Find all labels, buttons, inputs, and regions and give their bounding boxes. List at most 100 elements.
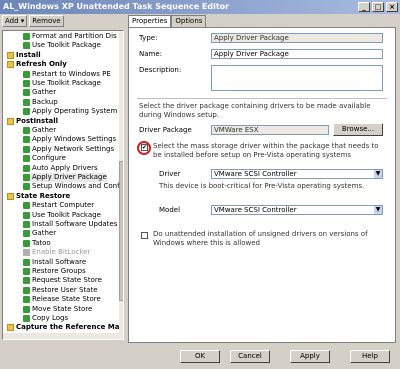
tree-vertical-scrollbar[interactable] — [119, 31, 123, 339]
add-button[interactable]: Add ▾ — [2, 15, 28, 27]
folder-icon — [7, 324, 14, 332]
check-step-icon — [23, 230, 30, 238]
check-step-icon — [23, 221, 30, 228]
tree-item[interactable]: Auto Apply Drivers — [23, 164, 98, 173]
tree-item[interactable]: Use Toolkit Package — [23, 211, 101, 220]
task-sequence-tree[interactable]: Format and Partition Dis Use Toolkit Pack… — [2, 30, 124, 340]
tree-item[interactable]: Use Toolkit Package — [23, 41, 101, 50]
tree-item-label: Request State Store — [32, 276, 102, 285]
driver-select[interactable]: VMware SCSI Controller ▼ — [211, 169, 383, 179]
tree-item-label: Configure — [32, 154, 66, 163]
unattended-checkbox[interactable] — [141, 232, 148, 239]
ok-button[interactable]: OK — [180, 350, 220, 363]
tree-item-label: PostInstall — [16, 116, 59, 125]
tree-item[interactable]: Restart Computer — [23, 201, 94, 210]
tree-item-label: Restart to Windows PE — [32, 69, 111, 78]
tree-item[interactable]: Install Software — [23, 258, 86, 267]
browse-button[interactable]: Browse... — [333, 123, 383, 136]
tree-item[interactable]: Gather — [23, 229, 56, 238]
boot-critical-text: This device is boot-critical for Pre-Vis… — [159, 182, 365, 190]
name-input[interactable]: Apply Driver Package — [211, 49, 383, 59]
help-button[interactable]: Help — [350, 350, 390, 363]
tree-item-label: Release State Store — [32, 295, 101, 304]
tree-item[interactable]: Restore User State — [23, 286, 98, 295]
tree-item-label: Refresh Only — [16, 60, 67, 69]
select-driver-text: Select the driver package containing dri… — [139, 102, 371, 119]
tree-horizontal-scrollbar[interactable] — [3, 333, 119, 339]
mass-storage-checkbox[interactable]: ✔ — [141, 144, 148, 151]
type-label: Type: — [139, 34, 158, 42]
tree-item[interactable]: Move State Store — [23, 305, 92, 314]
model-select[interactable]: VMware SCSI Controller ▼ — [211, 205, 383, 215]
tree-item[interactable]: Tatoo — [23, 239, 51, 248]
divider — [137, 98, 387, 99]
tree-item[interactable]: Apply Network Settings — [23, 145, 114, 154]
cancel-button[interactable]: Cancel — [230, 350, 270, 363]
tree-item[interactable]: Format and Partition Dis — [23, 32, 117, 41]
description-input[interactable] — [211, 65, 383, 91]
tree-item[interactable]: Copy Logs — [23, 314, 68, 323]
tree-item-label: Gather — [32, 126, 57, 134]
chevron-down-icon: ▼ — [374, 170, 382, 178]
tree-item[interactable]: Setup Windows and ConfigM — [23, 182, 124, 191]
tab-strip: Properties Options — [128, 15, 207, 28]
tree-group[interactable]: Install — [7, 51, 41, 60]
tree-item-label: Install — [16, 50, 41, 59]
check-step-icon — [23, 136, 30, 144]
tree-item-label: Copy Logs — [32, 314, 69, 322]
check-step-icon — [23, 174, 30, 181]
tree-item-label: Backup — [32, 97, 58, 106]
maximize-button[interactable]: □ — [372, 2, 384, 12]
tree-item-label: Install Software Updates — [32, 220, 118, 228]
tree-group[interactable]: Capture the Reference Mac — [7, 323, 123, 332]
tree-item-label: Use Toolkit Package — [32, 79, 101, 87]
tree-item[interactable]: Use Toolkit Package — [23, 79, 101, 88]
tree-item[interactable]: Configure — [23, 154, 66, 163]
tree-item-label: Setup Windows and ConfigM — [32, 182, 124, 191]
tree-scroll-thumb[interactable] — [119, 161, 123, 301]
close-button[interactable]: × — [386, 2, 398, 12]
tree-item[interactable]: Restore Groups — [23, 267, 86, 276]
tree-group[interactable]: PostInstall — [7, 117, 58, 126]
tree-item-label: Restore Groups — [32, 267, 86, 275]
tree-item[interactable]: Gather — [23, 126, 56, 135]
disabled-step-icon — [23, 249, 30, 257]
tree-item[interactable]: Release State Store — [23, 295, 101, 304]
tree-item[interactable]: Request State Store — [23, 276, 102, 285]
mass-storage-text: Select the mass storage driver within th… — [153, 142, 379, 159]
tree-item[interactable]: Install Software Updates — [23, 220, 117, 229]
tree-item[interactable]: Apply Operating System Ima — [23, 107, 123, 116]
tree-item[interactable]: Restart to Windows PE — [23, 70, 111, 79]
unattended-text: Do unattended installation of unsigned d… — [153, 230, 368, 247]
tree-item-label: Auto Apply Drivers — [32, 163, 98, 172]
folder-icon — [7, 51, 14, 59]
tree-item-label: Gather — [32, 88, 57, 97]
tree-item-label: Install Software — [32, 257, 87, 266]
check-step-icon — [23, 70, 30, 78]
tree-item-label: Tatoo — [32, 238, 51, 247]
check-step-icon — [23, 89, 30, 97]
tree-item[interactable]: Backup — [23, 98, 58, 107]
check-step-icon — [23, 305, 30, 313]
driver-package-field: VMWare ESX — [211, 125, 329, 135]
tree-item[interactable]: Enable BitLocker — [23, 248, 90, 257]
check-step-icon — [23, 33, 30, 40]
minimize-button[interactable]: _ — [358, 2, 370, 12]
apply-button[interactable]: Apply — [290, 350, 330, 363]
chevron-down-icon: ▼ — [374, 206, 382, 214]
remove-button[interactable]: Remove — [29, 15, 64, 27]
check-step-icon — [23, 98, 30, 106]
tree-item[interactable]: Apply Windows Settings — [23, 135, 116, 144]
tree-item-label: Apply Driver Package — [32, 173, 107, 181]
tree-item-label: Use Toolkit Package — [32, 41, 101, 50]
check-step-icon — [23, 155, 30, 163]
tree-group[interactable]: Refresh Only — [7, 60, 67, 69]
check-step-icon — [23, 258, 30, 266]
check-step-icon — [23, 315, 30, 322]
check-step-icon — [23, 80, 30, 87]
tab-options[interactable]: Options — [171, 15, 207, 27]
tree-item[interactable]: Gather — [23, 88, 56, 97]
check-step-icon — [23, 286, 30, 294]
tree-group[interactable]: State Restore — [7, 192, 70, 201]
tree-item[interactable]: Apply Driver Package — [23, 173, 107, 182]
